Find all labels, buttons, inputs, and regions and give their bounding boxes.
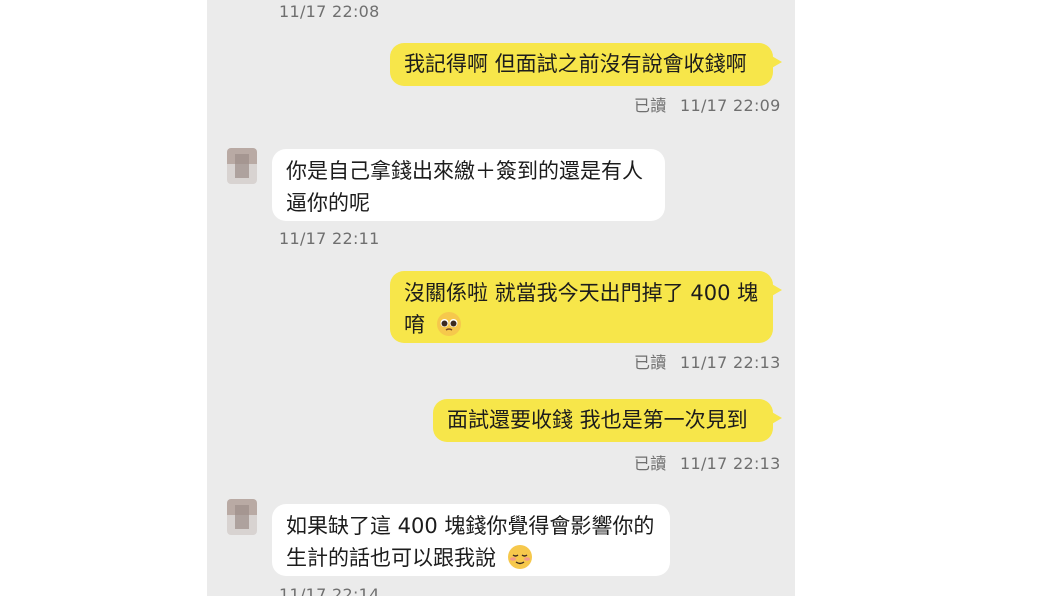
avatar[interactable]	[227, 148, 257, 184]
message-timestamp: 11/17 22:14	[279, 585, 380, 596]
read-label: 已讀	[634, 454, 667, 473]
message-text: 面試還要收錢 我也是第一次見到	[447, 408, 748, 432]
message-timestamp: 11/17 22:11	[279, 229, 380, 248]
incoming-message-bubble[interactable]: 你是自己拿錢出來繳＋簽到的還是有人 逼你的呢	[272, 149, 665, 221]
message-text-line: 唷	[404, 313, 425, 337]
incoming-message-bubble[interactable]: 如果缺了這 400 塊錢你覺得會影響你的 生計的話也可以跟我說	[272, 504, 670, 576]
message-timestamp: 11/17 22:13	[680, 454, 781, 473]
message-text-line: 如果缺了這 400 塊錢你覺得會影響你的	[286, 514, 655, 538]
read-label: 已讀	[634, 96, 667, 115]
message-text-line: 生計的話也可以跟我說	[286, 546, 496, 570]
relieved-face-emoji	[507, 545, 532, 569]
outgoing-message-bubble[interactable]: 沒關係啦 就當我今天出門掉了 400 塊 唷	[390, 271, 782, 343]
read-label: 已讀	[634, 353, 667, 372]
outgoing-message-bubble[interactable]: 我記得啊 但面試之前沒有說會收錢啊	[390, 43, 782, 86]
message-timestamp: 11/17 22:13	[680, 353, 781, 372]
message-text-line: 逼你的呢	[286, 191, 370, 215]
outgoing-message-bubble[interactable]: 面試還要收錢 我也是第一次見到	[433, 399, 782, 442]
avatar[interactable]	[227, 499, 257, 535]
read-receipt: 已讀 11/17 22:13	[634, 450, 781, 474]
pleading-face-emoji	[436, 312, 461, 336]
chat-window: 11/17 22:08 我記得啊 但面試之前沒有說會收錢啊 已讀 11/17 2…	[207, 0, 795, 596]
message-text: 我記得啊 但面試之前沒有說會收錢啊	[404, 52, 747, 76]
message-text-line: 沒關係啦 就當我今天出門掉了 400 塊	[404, 281, 759, 305]
message-text-line: 你是自己拿錢出來繳＋簽到的還是有人	[286, 159, 643, 183]
message-timestamp: 11/17 22:08	[279, 2, 380, 21]
read-receipt: 已讀 11/17 22:09	[634, 92, 781, 116]
message-timestamp: 11/17 22:09	[680, 96, 781, 115]
read-receipt: 已讀 11/17 22:13	[634, 349, 781, 373]
